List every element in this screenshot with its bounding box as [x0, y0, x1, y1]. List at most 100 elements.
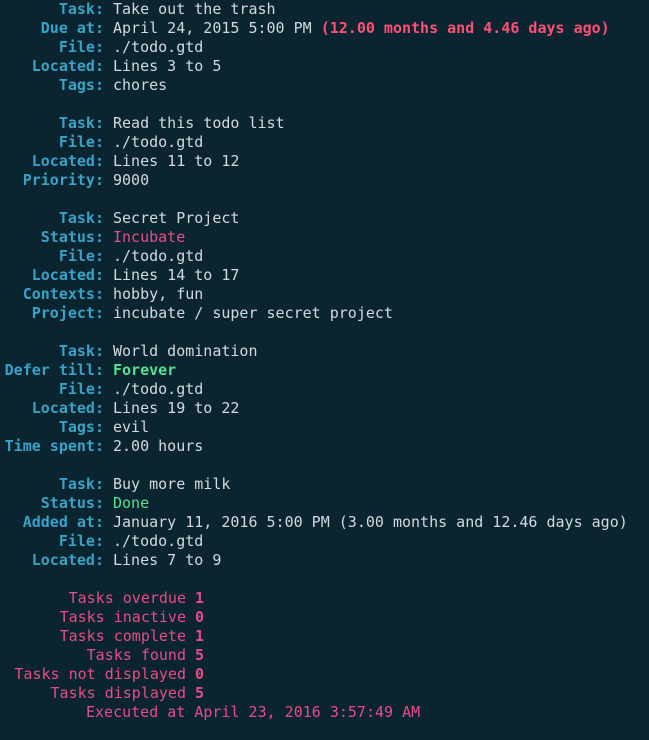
tags-value: evil: [113, 418, 150, 436]
task-3-row-project: Project: incubate / super secret project: [0, 304, 393, 323]
task-5-row-task: Task: Buy more milk: [0, 475, 231, 494]
task-1-row-file: File: ./todo.gtd: [0, 38, 203, 57]
file-value: ./todo.gtd: [113, 247, 204, 265]
task-1-row-due: Due at: April 24, 2015 5:00 PM (12.00 mon…: [0, 19, 610, 38]
task-2-row-task: Task: Read this todo list: [0, 114, 285, 133]
task-2-row-file: File: ./todo.gtd: [0, 133, 203, 152]
located-label: Located:: [31, 266, 104, 284]
task-5-row-added: Added at: January 11, 2016 5:00 PM (3.00 …: [0, 513, 628, 532]
summary-label: Tasks inactive: [59, 608, 186, 626]
summary-label: Tasks overdue: [68, 589, 186, 607]
priority-label: Priority:: [22, 171, 104, 189]
status-label: Status:: [40, 494, 104, 512]
file-label: File:: [58, 38, 104, 56]
defer-value: Forever: [113, 361, 177, 379]
task-3-row-contexts: Contexts: hobby, fun: [0, 285, 204, 304]
task-1-row-located: Located: Lines 3 to 5: [0, 57, 222, 76]
task-2-row-priority: Priority: 9000: [0, 171, 149, 190]
task-5-row-located: Located: Lines 7 to 9: [0, 551, 222, 570]
located-label: Located:: [31, 551, 104, 569]
project-label: Project:: [31, 304, 104, 322]
task-1-row-tags: Tags: chores: [0, 76, 167, 95]
task-label: Task:: [58, 114, 104, 132]
task-label: Task:: [58, 0, 104, 18]
task-label: Task:: [58, 342, 104, 360]
contexts-label: Contexts:: [22, 285, 104, 303]
summary-tasks-found: Tasks found 5: [0, 646, 204, 665]
located-value: Lines 14 to 17: [113, 266, 240, 284]
due-value: April 24, 2015 5:00 PM (12.00 months and…: [113, 19, 610, 37]
task-3-row-task: Task: Secret Project: [0, 209, 240, 228]
contexts-value: hobby, fun: [113, 285, 204, 303]
executed-at-line: Executed at April 23, 2016 3:57:49 AM: [0, 703, 420, 722]
terminal-window: Task: Take out the trash Due at: April 24,…: [0, 0, 649, 740]
summary-tasks-not-displayed: Tasks not displayed 0: [0, 665, 204, 684]
status-value: Incubate: [113, 228, 186, 246]
due-label: Due at:: [40, 19, 104, 37]
summary-tasks-displayed: Tasks displayed 5: [0, 684, 205, 703]
summary-value: 1: [195, 589, 205, 607]
summary-value: 0: [195, 665, 205, 683]
task-4-row-located: Located: Lines 19 to 22: [0, 399, 240, 418]
file-label: File:: [58, 133, 104, 151]
task-4-row-defer: Defer till: Forever: [0, 361, 177, 380]
file-value: ./todo.gtd: [113, 380, 204, 398]
located-label: Located:: [31, 399, 104, 417]
status-label: Status:: [40, 228, 104, 246]
task-1-row-task: Task: Take out the trash: [0, 0, 276, 19]
task-title: World domination: [113, 342, 258, 360]
task-title: Read this todo list: [113, 114, 285, 132]
task-4-row-file: File: ./todo.gtd: [0, 380, 203, 399]
summary-tasks-inactive: Tasks inactive 0: [0, 608, 204, 627]
located-label: Located:: [31, 57, 104, 75]
tags-label: Tags:: [58, 76, 104, 94]
summary-value: 5: [195, 684, 205, 702]
tags-label: Tags:: [58, 418, 104, 436]
project-value: incubate / super secret project: [113, 304, 393, 322]
summary-value: 1: [195, 627, 205, 645]
task-4-row-tags: Tags: evil: [0, 418, 149, 437]
due-overdue-text: (12.00 months and 4.46 days ago): [320, 19, 610, 37]
summary-label: Tasks complete: [59, 627, 186, 645]
task-4-row-time-spent: Time spent: 2.00 hours: [0, 437, 204, 456]
task-title: Secret Project: [113, 209, 240, 227]
located-value: Lines 7 to 9: [113, 551, 222, 569]
task-3-row-located: Located: Lines 14 to 17: [0, 266, 240, 285]
task-3-row-file: File: ./todo.gtd: [0, 247, 203, 266]
file-value: ./todo.gtd: [113, 532, 204, 550]
executed-at-text: Executed at April 23, 2016 3:57:49 AM: [86, 703, 421, 721]
task-label: Task:: [58, 209, 104, 227]
located-value: Lines 19 to 22: [113, 399, 240, 417]
summary-tasks-overdue: Tasks overdue 1: [0, 589, 204, 608]
task-label: Task:: [58, 475, 104, 493]
summary-value: 5: [195, 646, 205, 664]
defer-label: Defer till:: [4, 361, 104, 379]
summary-label: Tasks not displayed: [14, 665, 186, 683]
status-value: Done: [113, 494, 150, 512]
located-value: Lines 11 to 12: [113, 152, 240, 170]
located-value: Lines 3 to 5: [113, 57, 222, 75]
summary-tasks-complete: Tasks complete 1: [0, 627, 204, 646]
file-value: ./todo.gtd: [113, 133, 204, 151]
time-spent-value: 2.00 hours: [113, 437, 204, 455]
summary-label: Tasks found: [86, 646, 186, 664]
file-value: ./todo.gtd: [113, 38, 204, 56]
added-value: January 11, 2016 5:00 PM (3.00 months an…: [113, 513, 628, 531]
task-2-row-located: Located: Lines 11 to 12: [0, 152, 240, 171]
task-5-row-file: File: ./todo.gtd: [0, 532, 203, 551]
time-spent-label: Time spent:: [4, 437, 104, 455]
task-title: Buy more milk: [113, 475, 231, 493]
tags-value: chores: [113, 76, 168, 94]
located-label: Located:: [31, 152, 104, 170]
file-label: File:: [58, 532, 104, 550]
file-label: File:: [58, 247, 104, 265]
summary-value: 0: [195, 608, 205, 626]
priority-value: 9000: [113, 171, 150, 189]
task-3-row-status: Status: Incubate: [0, 228, 185, 247]
file-label: File:: [58, 380, 104, 398]
summary-label: Tasks displayed: [50, 684, 186, 702]
added-label: Added at:: [22, 513, 104, 531]
task-4-row-task: Task: World domination: [0, 342, 258, 361]
task-5-row-status: Status: Done: [0, 494, 149, 513]
task-title: Take out the trash: [113, 0, 276, 18]
